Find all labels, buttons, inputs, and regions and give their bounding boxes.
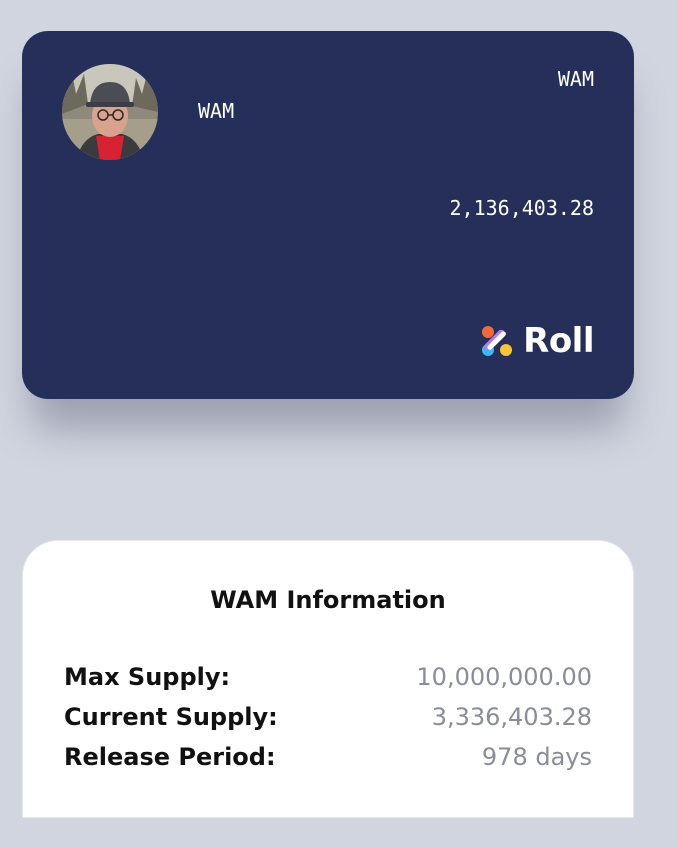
token-card: WAM WAM 2,136,403.28 Roll: [22, 31, 634, 399]
info-value: 978 days: [481, 743, 592, 771]
info-label: Release Period:: [64, 743, 276, 771]
info-row-current-supply: Current Supply: 3,336,403.28: [64, 703, 592, 743]
card-token-name: WAM: [198, 99, 235, 123]
roll-logo-icon: [482, 326, 513, 356]
card-balance: 2,136,403.28: [449, 196, 595, 220]
info-row-max-supply: Max Supply: 10,000,000.00: [64, 663, 592, 703]
info-title: WAM Information: [210, 586, 446, 614]
brand-logo: Roll: [481, 321, 594, 361]
brand-name: Roll: [523, 321, 594, 361]
info-list: Max Supply: 10,000,000.00 Current Supply…: [64, 663, 592, 783]
avatar: [62, 64, 158, 160]
info-label: Max Supply:: [64, 663, 231, 691]
info-value: 3,336,403.28: [431, 703, 592, 731]
card-token-symbol: WAM: [557, 67, 594, 91]
token-info-panel: WAM Information Max Supply: 10,000,000.0…: [22, 540, 634, 818]
info-value: 10,000,000.00: [416, 663, 592, 691]
info-row-release-period: Release Period: 978 days: [64, 743, 592, 783]
avatar-photo-icon: [62, 64, 158, 160]
info-label: Current Supply:: [64, 703, 278, 731]
